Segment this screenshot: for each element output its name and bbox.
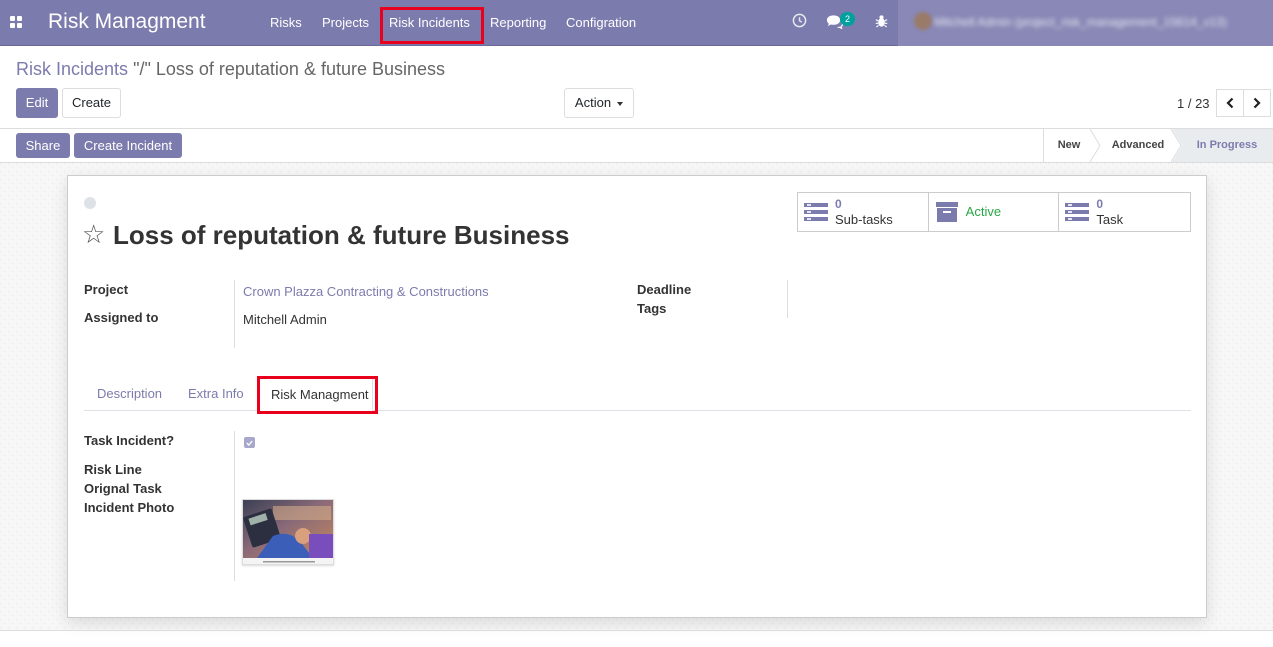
edit-button[interactable]: Edit xyxy=(16,88,58,118)
pager-value[interactable]: 1 / 23 xyxy=(1177,96,1210,111)
caret-down-icon xyxy=(617,101,624,106)
create-incident-button[interactable]: Create Incident xyxy=(74,133,182,158)
archive-icon xyxy=(935,202,958,222)
notebook-tabs: Description Extra Info Risk Managment xyxy=(84,376,1191,412)
highlight-risk-incidents-menu xyxy=(380,7,484,44)
pager-previous-button[interactable] xyxy=(1216,89,1244,117)
task-label: Task xyxy=(1096,212,1124,227)
form-sheet: ☆ Loss of reputation & future Business 0… xyxy=(67,175,1207,618)
active-label: Active xyxy=(965,204,1002,219)
project-link[interactable]: Crown Plazza Contracting & Constructions xyxy=(243,284,489,299)
original-task-label: Orignal Task xyxy=(84,481,162,496)
task-count: 0 xyxy=(1096,197,1104,211)
column-divider xyxy=(234,280,235,348)
app-title[interactable]: Risk Managment xyxy=(48,10,206,34)
activity-clock-icon[interactable] xyxy=(792,13,807,31)
top-navbar: Risk Managment Risks Projects Risk Incid… xyxy=(0,0,1273,46)
subtasks-smart-button[interactable]: 0 Sub-tasks xyxy=(798,193,929,231)
assigned-to-label: Assigned to xyxy=(84,310,159,325)
create-button[interactable]: Create xyxy=(62,88,121,118)
share-button[interactable]: Share xyxy=(16,133,70,158)
stage-in-progress[interactable]: In Progress xyxy=(1187,129,1267,162)
tasks-icon xyxy=(804,203,828,221)
breadcrumb: Risk Incidents "/" Loss of reputation & … xyxy=(16,59,445,80)
stage-statusbar: New Advanced In Progress xyxy=(1043,129,1273,162)
menu-projects[interactable]: Projects xyxy=(322,15,369,30)
incident-photo-label: Incident Photo xyxy=(84,500,175,515)
avatar xyxy=(914,12,932,30)
task-incident-label: Task Incident? xyxy=(84,433,175,448)
action-label: Action xyxy=(574,95,612,110)
column-divider xyxy=(234,431,235,581)
subtasks-label: Sub-tasks xyxy=(835,212,893,227)
action-dropdown[interactable]: Action xyxy=(564,88,634,118)
incident-photo[interactable] xyxy=(242,499,334,565)
priority-star-icon[interactable]: ☆ xyxy=(82,221,105,247)
apps-menu-icon[interactable] xyxy=(10,16,22,28)
chevron-left-icon xyxy=(1226,97,1234,109)
user-menu[interactable]: Mitchell Admin (project_risk_management_… xyxy=(898,0,1273,46)
highlight-risk-management-tab xyxy=(257,376,378,414)
divider xyxy=(0,630,1273,631)
smart-buttons: 0 Sub-tasks Active 0 Task xyxy=(797,192,1191,232)
menu-configuration[interactable]: Configration xyxy=(566,15,636,30)
menu-reporting[interactable]: Reporting xyxy=(490,15,546,30)
pager-next-button[interactable] xyxy=(1243,89,1271,117)
assigned-to-value[interactable]: Mitchell Admin xyxy=(243,312,327,327)
chevron-right-icon xyxy=(1253,97,1261,109)
column-divider xyxy=(787,280,788,318)
menu-risks[interactable]: Risks xyxy=(270,15,302,30)
task-incident-checkbox[interactable] xyxy=(244,437,255,448)
tasks-icon xyxy=(1065,203,1090,221)
breadcrumb-parent[interactable]: Risk Incidents xyxy=(16,59,128,79)
tags-label: Tags xyxy=(637,301,667,316)
risk-line-label: Risk Line xyxy=(84,462,142,477)
record-title: Loss of reputation & future Business xyxy=(113,220,570,250)
breadcrumb-current: "/" Loss of reputation & future Business xyxy=(133,59,446,79)
active-toggle-button[interactable]: Active xyxy=(929,193,1060,231)
deadline-label: Deadline xyxy=(637,282,692,297)
task-smart-button[interactable]: 0 Task xyxy=(1059,193,1190,231)
checkmark-icon xyxy=(246,440,253,446)
user-name: Mitchell Admin (project_risk_management_… xyxy=(934,15,1227,29)
debug-bug-icon[interactable] xyxy=(875,14,888,31)
messages-count-badge: 2 xyxy=(840,12,855,26)
tab-extra-info[interactable]: Extra Info xyxy=(188,386,244,401)
kanban-state-dot[interactable] xyxy=(84,197,96,209)
stage-advanced[interactable]: Advanced xyxy=(1105,129,1171,162)
tab-description[interactable]: Description xyxy=(97,386,162,401)
incident-photo-image xyxy=(243,500,333,564)
subtasks-count: 0 xyxy=(835,197,842,211)
project-label: Project xyxy=(84,282,129,297)
stage-new[interactable]: New xyxy=(1049,129,1089,162)
